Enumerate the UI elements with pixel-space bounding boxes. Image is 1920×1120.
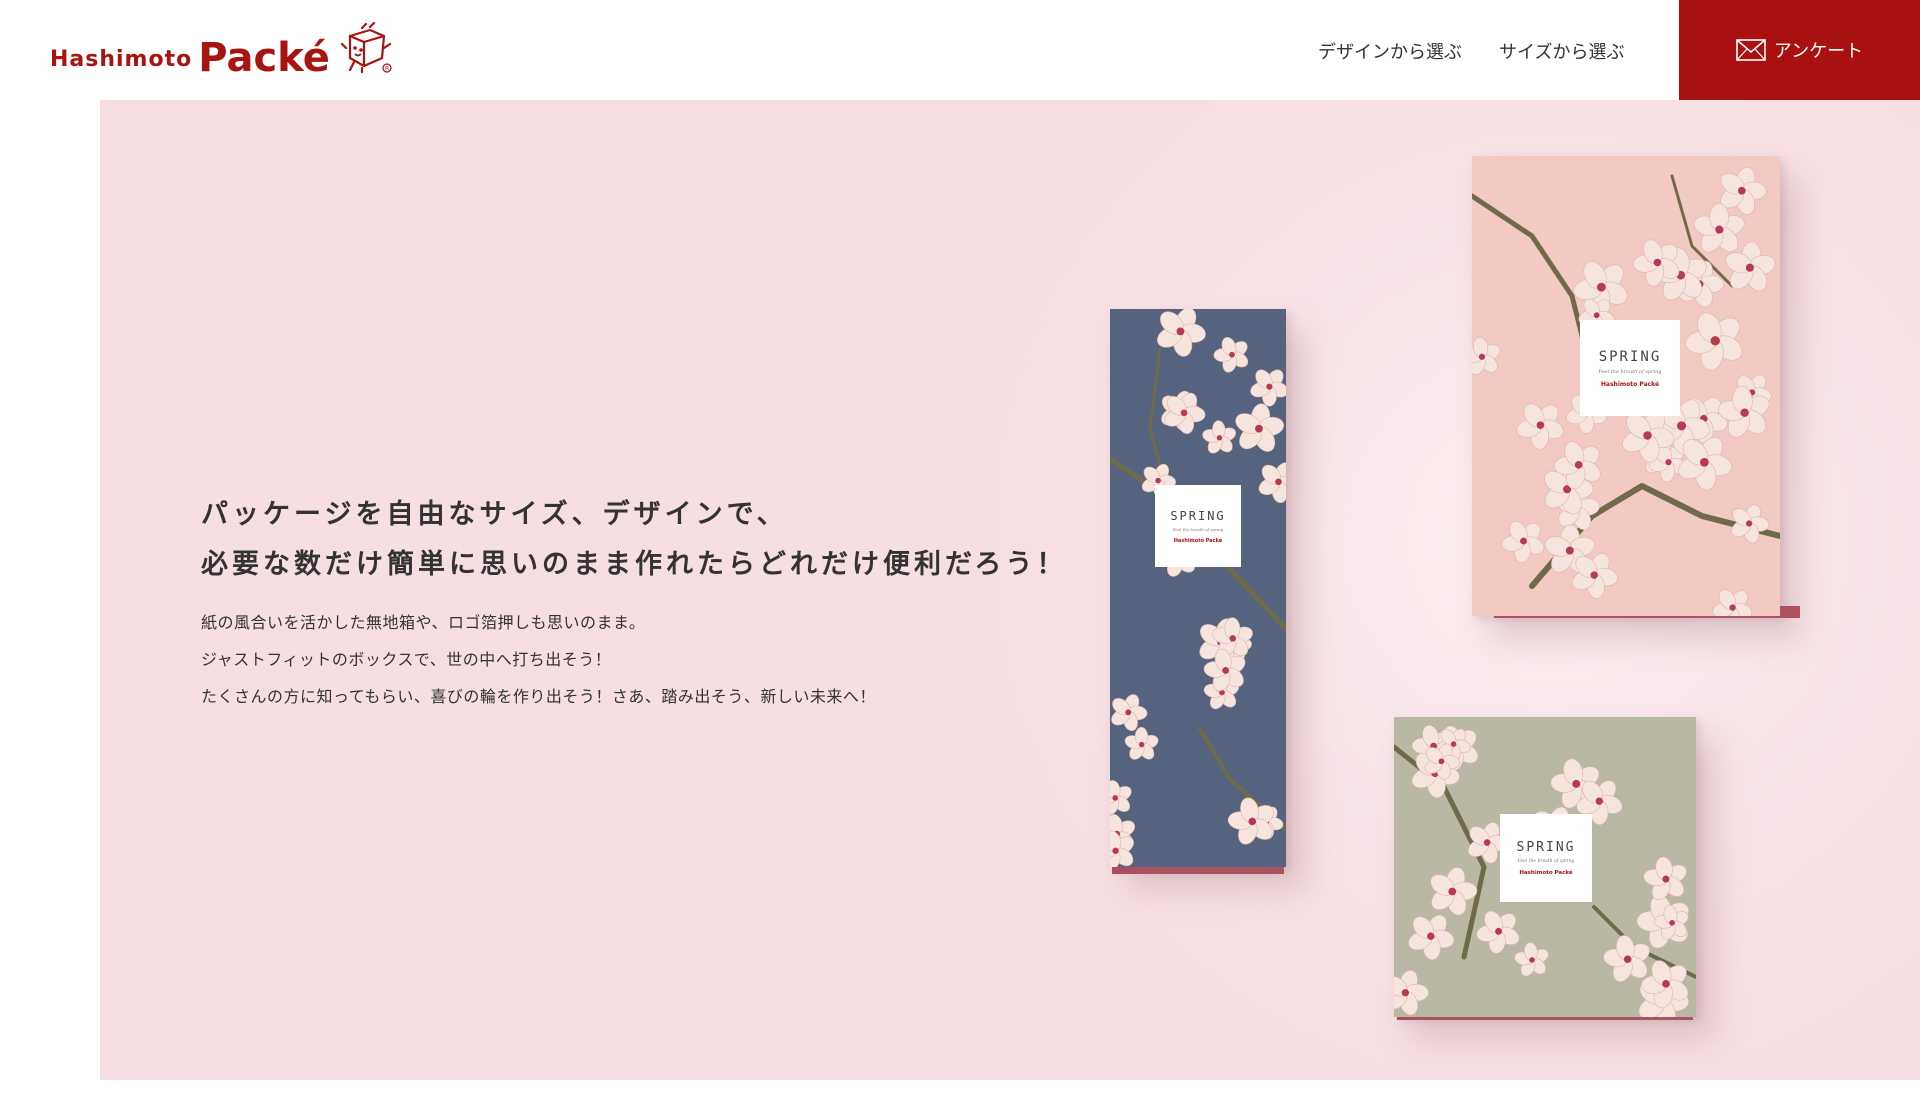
product-box-sage: SPRING Feel the breath of spring Hashimo… (1394, 717, 1696, 1017)
hero-headline: パッケージを自由なサイズ、デザインで、 必要な数だけ簡単に思いのまま作れたらどれ… (201, 490, 1067, 590)
nav-size: サイズから選ぶ (1499, 38, 1624, 64)
label-title: SPRING (1598, 348, 1662, 365)
box-label: SPRING Feel the breath of spring Hashimo… (1155, 485, 1241, 567)
label-title: SPRING (1516, 840, 1576, 855)
body-line-3: たくさんの方に知ってもらい、喜びの輪を作り出そう！さあ、踏み出そう、新しい未来へ… (201, 687, 876, 706)
label-script: Feel the breath of spring (1517, 859, 1575, 864)
label-brand: Hashimoto Packé (1600, 380, 1660, 388)
headline-line-1: パッケージを自由なサイズ、デザインで、 (201, 499, 788, 530)
label-title: SPRING (1170, 508, 1226, 523)
label-script: Feel the breath of spring (1172, 526, 1224, 532)
label-brand: Hashimoto Packé (1519, 870, 1573, 876)
hero-section: パッケージを自由なサイズ、デザインで、 必要な数だけ簡単に思いのまま作れたらどれ… (100, 100, 1920, 1080)
hero-copy: パッケージを自由なサイズ、デザインで、 必要な数だけ簡単に思いのまま作れたらどれ… (201, 490, 1067, 715)
svg-text:R: R (385, 66, 389, 73)
label-brand: Hashimoto Packé (1173, 537, 1223, 544)
box-label: SPRING Feel the breath of spring Hashimo… (1580, 320, 1680, 416)
product-box-navy: SPRING Feel the breath of spring Hashimo… (1110, 309, 1286, 867)
nav-design: デザインから選ぶ (1318, 38, 1462, 64)
logo-text-small: Hashimoto (50, 47, 193, 72)
box-mascot-icon: R (340, 21, 392, 78)
site-logo[interactable]: Hashimoto Packé R (50, 21, 392, 81)
body-line-1: 紙の風合いを活かした無地箱や、ロゴ箔押しも思いのまま。 (201, 613, 646, 632)
cherry-blossom-pattern (1110, 309, 1286, 867)
logo-text-big: Packé (198, 35, 330, 81)
product-box-pink: SPRING Feel the breath of spring Hashimo… (1472, 156, 1780, 616)
survey-label: アンケート (1773, 41, 1864, 62)
mail-icon (1736, 39, 1766, 61)
site-header: Hashimoto Packé R デザインから選ぶ サイズから選ぶ アンケート (0, 0, 1920, 100)
label-script: Feel the breath of spring (1598, 368, 1662, 375)
body-line-2: ジャストフィットのボックスで、世の中へ打ち出そう！ (201, 650, 612, 669)
headline-line-2: 必要な数だけ簡単に思いのまま作れたらどれだけ便利だろう！ (201, 549, 1068, 580)
nav-link-design[interactable]: デザインから選ぶ (1318, 38, 1462, 64)
hero-body: 紙の風合いを活かした無地箱や、ロゴ箔押しも思いのまま。 ジャストフィットのボック… (201, 604, 1067, 715)
survey-button[interactable]: アンケート (1679, 0, 1920, 100)
box-label: SPRING Feel the breath of spring Hashimo… (1500, 814, 1592, 902)
nav-link-size[interactable]: サイズから選ぶ (1499, 38, 1624, 64)
